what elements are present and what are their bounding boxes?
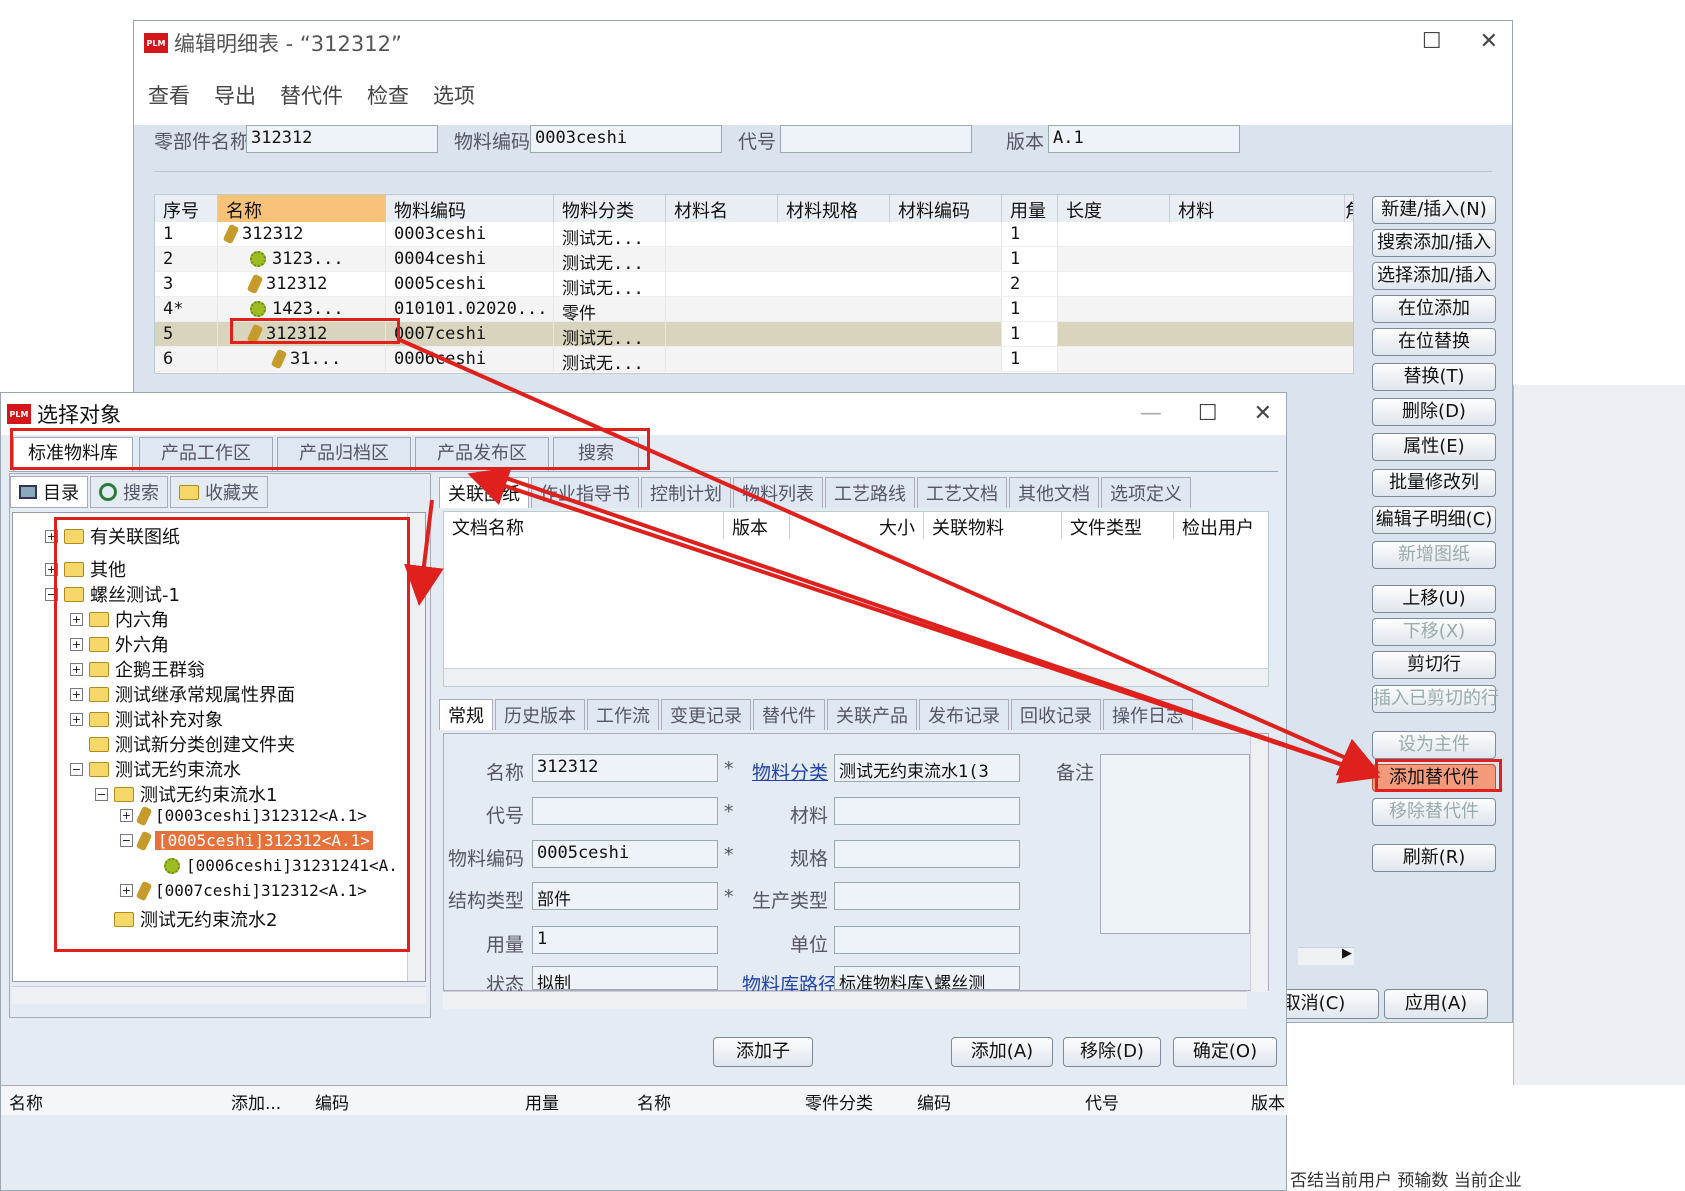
annotation-arrows [399, 338, 1381, 784]
